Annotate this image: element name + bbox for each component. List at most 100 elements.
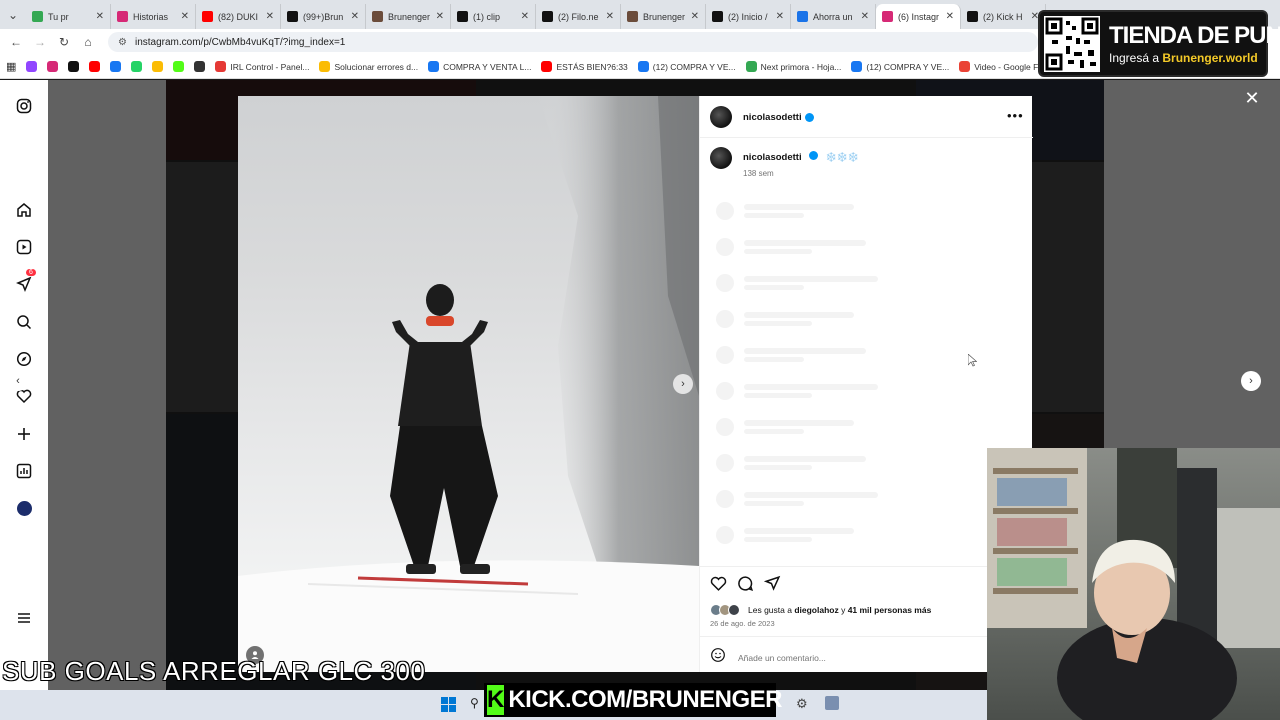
bookmark-label: (12) COMPRA Y VE... — [652, 61, 736, 72]
emoji-icon[interactable] — [710, 647, 726, 668]
browser-tab[interactable]: (2) Filo.ne ✕ — [536, 4, 621, 29]
apps-icon[interactable]: ▦ — [6, 60, 16, 73]
like-heart-icon[interactable] — [710, 575, 727, 597]
comment-input[interactable] — [738, 652, 998, 663]
browser-tab[interactable]: (2) Inicio / ✕ — [706, 4, 791, 29]
profile-icon[interactable] — [14, 498, 34, 518]
explore-icon[interactable] — [14, 349, 34, 369]
bookmark-item[interactable]: Video - Google Foto — [959, 61, 1050, 72]
tab-close-icon[interactable]: ✕ — [861, 11, 869, 22]
taskbar-search-icon[interactable]: ⚲ — [470, 696, 479, 710]
tab-close-icon[interactable]: ✕ — [351, 11, 359, 22]
author-avatar[interactable] — [710, 106, 732, 128]
back-icon[interactable]: ← — [4, 35, 28, 49]
menu-icon[interactable] — [14, 608, 34, 628]
bookmark-item[interactable]: Solucionar errores d... — [319, 61, 418, 72]
browser-tab[interactable]: (6) Instagr ✕ — [876, 4, 961, 29]
taskbar-settings-icon[interactable]: ⚙ — [796, 696, 808, 712]
close-modal-icon[interactable]: ✕ — [1244, 89, 1260, 107]
bookmark-item[interactable]: COMPRA Y VENTA L... — [428, 61, 531, 72]
bookmark-item[interactable] — [173, 61, 188, 72]
skeleton-line — [744, 213, 804, 218]
create-icon[interactable] — [14, 424, 34, 444]
home-browser-icon[interactable]: ⌂ — [76, 35, 100, 49]
bookmark-favicon-icon — [851, 61, 863, 72]
tab-close-icon[interactable]: ✕ — [946, 11, 954, 22]
tab-title: Tu pr — [48, 11, 69, 22]
skeleton-line — [744, 204, 854, 210]
bookmark-item[interactable] — [68, 61, 83, 72]
browser-tab[interactable]: Brunenger ✕ — [621, 4, 706, 29]
browser-tab[interactable]: (2) Kick H ✕ — [961, 4, 1046, 29]
bookmark-item[interactable]: ESTÁS BIEN?6:33 — [541, 61, 628, 72]
bookmark-item[interactable] — [194, 61, 209, 72]
dashboard-icon[interactable] — [14, 461, 34, 481]
taskbar-app-icon[interactable] — [825, 696, 839, 710]
windows-start-icon[interactable] — [441, 697, 456, 712]
tab-title: (2) Filo.ne — [558, 11, 599, 22]
bookmark-favicon-icon — [89, 61, 101, 72]
messages-icon[interactable]: 6 — [14, 269, 36, 294]
home-icon[interactable] — [14, 200, 34, 220]
bookmark-favicon-icon — [319, 61, 331, 72]
address-bar[interactable]: ⚙ instagram.com/p/CwbMb4vuKqT/?img_index… — [108, 32, 1038, 52]
browser-tab[interactable]: (99+)Brun ✕ — [281, 4, 366, 29]
bookmark-favicon-icon — [173, 61, 185, 72]
comment-icon[interactable] — [737, 575, 754, 597]
tab-close-icon[interactable]: ✕ — [436, 11, 444, 22]
kick-channel-url: KICK.COM/BRUNENGER — [508, 686, 783, 713]
skeleton-avatar — [716, 346, 734, 364]
caption-username[interactable]: nicolasodetti — [743, 152, 802, 163]
more-options-icon[interactable]: ••• — [1007, 108, 1024, 123]
browser-tab[interactable]: Ahorra un ✕ — [791, 4, 876, 29]
author-username[interactable]: nicolasodetti — [743, 112, 802, 123]
tab-close-icon[interactable]: ✕ — [606, 11, 614, 22]
carousel-next-icon[interactable]: › — [673, 374, 693, 394]
bookmark-item[interactable]: Next primora - Hoja... — [745, 61, 841, 72]
bookmark-item[interactable]: IRL Control - Panel... — [215, 61, 309, 72]
browser-tab[interactable]: Brunenger ✕ — [366, 4, 451, 29]
browser-tab[interactable]: (1) clip ✕ — [451, 4, 536, 29]
browser-tab[interactable]: Tu pr ✕ — [26, 4, 111, 29]
reels-icon[interactable] — [14, 237, 34, 257]
forward-icon[interactable]: → — [28, 35, 52, 49]
post-photo[interactable]: › — [238, 96, 699, 672]
bookmark-favicon-icon — [745, 61, 757, 72]
tab-close-icon[interactable]: ✕ — [266, 11, 274, 22]
skeleton-line — [744, 456, 866, 462]
bookmark-item[interactable] — [26, 61, 41, 72]
caption-avatar[interactable] — [710, 147, 732, 169]
bookmark-item[interactable] — [47, 61, 62, 72]
bookmark-item[interactable] — [110, 61, 125, 72]
tab-favicon-icon — [712, 11, 723, 22]
tab-title: (2) Kick H — [983, 11, 1023, 22]
previous-post-icon[interactable]: ‹ — [8, 371, 28, 391]
search-icon[interactable] — [14, 312, 34, 332]
bookmark-item[interactable] — [89, 61, 104, 72]
tab-close-icon[interactable]: ✕ — [691, 11, 699, 22]
site-info-icon[interactable]: ⚙ — [118, 37, 127, 48]
promo-site: Brunenger.world — [1162, 50, 1258, 65]
reload-icon[interactable]: ↻ — [52, 35, 76, 49]
tab-close-icon[interactable]: ✕ — [776, 11, 784, 22]
tab-favicon-icon — [372, 11, 383, 22]
likes-count[interactable]: 41 mil personas más — [848, 605, 932, 615]
tab-search-icon[interactable]: ⌄ — [0, 8, 26, 22]
likes-user[interactable]: diegolahoz — [794, 605, 838, 615]
tab-close-icon[interactable]: ✕ — [96, 11, 104, 22]
bookmark-item[interactable]: (12) COMPRA Y VE... — [637, 61, 736, 72]
points-store-promo: TIENDA DE PUNTOS Ingresá a Brunenger.wor… — [1038, 10, 1280, 77]
next-post-icon[interactable]: › — [1241, 371, 1261, 391]
instagram-logo-icon[interactable] — [14, 96, 34, 116]
bookmark-favicon-icon — [131, 61, 143, 72]
bookmark-item[interactable]: (12) COMPRA Y VE... — [851, 61, 949, 72]
bookmark-item[interactable] — [152, 61, 167, 72]
share-icon[interactable] — [763, 575, 781, 597]
browser-tab[interactable]: Historias ✕ — [111, 4, 196, 29]
bookmark-item[interactable] — [131, 61, 146, 72]
likes-text[interactable]: Les gusta a diegolahoz y 41 mil personas… — [748, 605, 931, 615]
tab-close-icon[interactable]: ✕ — [181, 11, 189, 22]
browser-tab[interactable]: (82) DUKI ✕ — [196, 4, 281, 29]
skeleton-avatar — [716, 418, 734, 436]
tab-close-icon[interactable]: ✕ — [521, 11, 529, 22]
